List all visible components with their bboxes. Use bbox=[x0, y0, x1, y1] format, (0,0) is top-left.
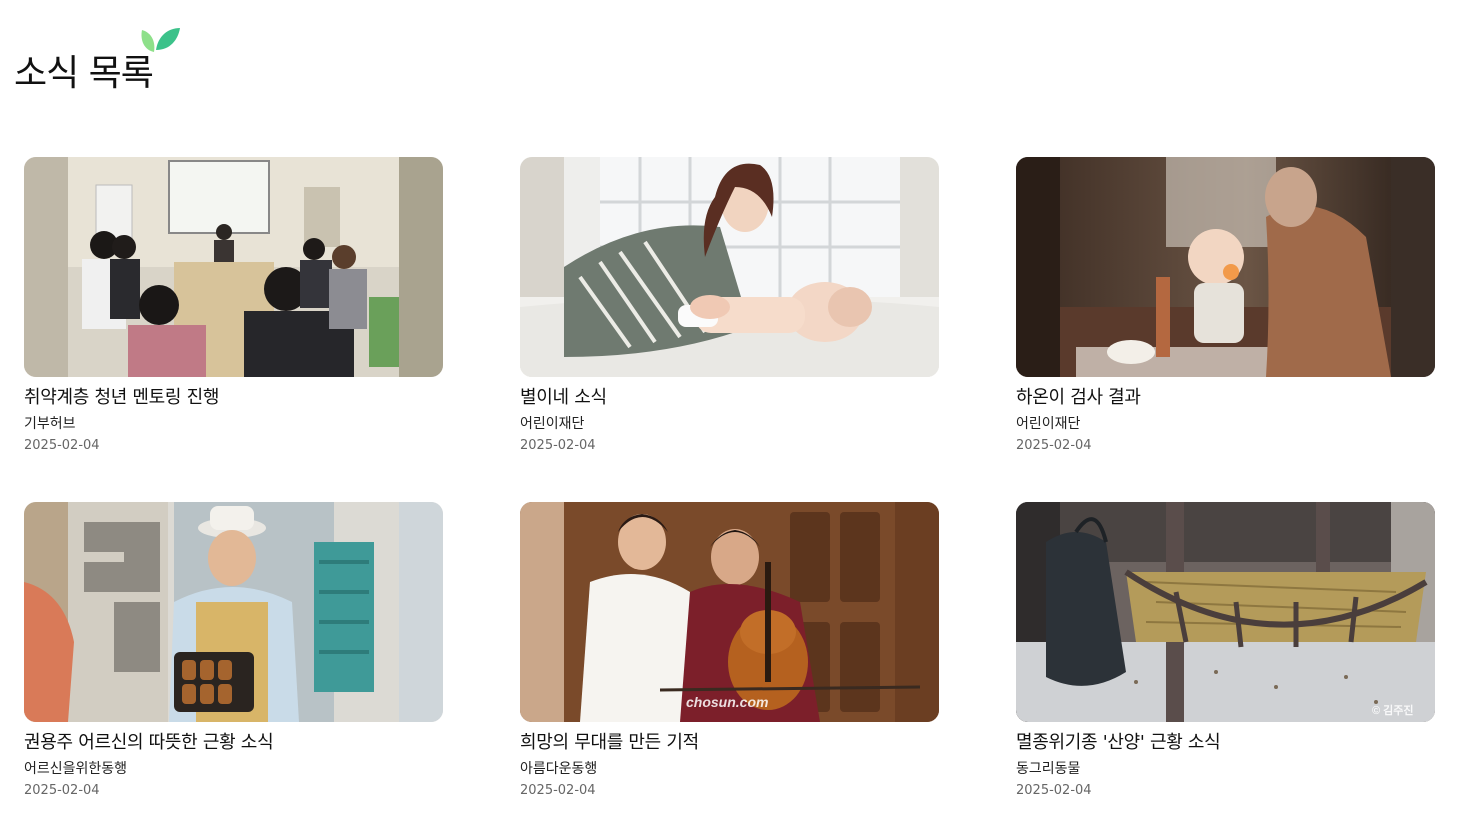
news-grid: 취약계층 청년 멘토링 진행 기부허브 2025-02-04 별이네 소식 어린… bbox=[24, 157, 1436, 800]
news-organization: 어린이재단 bbox=[520, 416, 585, 432]
news-organization: 기부허브 bbox=[24, 416, 76, 432]
news-date: 2025-02-04 bbox=[520, 783, 596, 798]
news-card[interactable]: 권용주 어르신의 따뜻한 근황 소식 어르신을위한동행 2025-02-04 bbox=[24, 502, 443, 800]
news-date: 2025-02-04 bbox=[520, 438, 596, 453]
page-title: 소식 목록 bbox=[14, 53, 154, 94]
elderly-man-baking-photo[interactable] bbox=[24, 502, 443, 722]
news-card[interactable]: 하온이 검사 결과 어린이재단 2025-02-04 bbox=[1016, 157, 1435, 455]
news-organization: 어르신을위한동행 bbox=[24, 761, 128, 777]
news-date: 2025-02-04 bbox=[24, 783, 100, 798]
leaf-icon bbox=[141, 28, 180, 52]
news-title[interactable]: 권용주 어르신의 따뜻한 근황 소식 bbox=[24, 731, 443, 755]
news-title[interactable]: 희망의 무대를 만든 기적 bbox=[520, 731, 939, 755]
news-card[interactable]: 별이네 소식 어린이재단 2025-02-04 bbox=[520, 157, 939, 455]
news-organization: 아름다운동행 bbox=[520, 761, 598, 777]
news-date: 2025-02-04 bbox=[24, 438, 100, 453]
news-title[interactable]: 멸종위기종 '산양' 근황 소식 bbox=[1016, 731, 1435, 755]
mentoring-meeting-photo[interactable] bbox=[24, 157, 443, 377]
mother-and-baby-photo[interactable] bbox=[520, 157, 939, 377]
news-date: 2025-02-04 bbox=[1016, 438, 1092, 453]
news-card[interactable]: © 김주진 멸종위기종 '산양' 근황 소식 동그리동물 2025-02-04 bbox=[1016, 502, 1435, 800]
news-organization: 동그리동물 bbox=[1016, 761, 1081, 777]
news-organization: 어린이재단 bbox=[1016, 416, 1081, 432]
hay-feeder-photo[interactable]: © 김주진 bbox=[1016, 502, 1435, 722]
news-card[interactable]: 취약계층 청년 멘토링 진행 기부허브 2025-02-04 bbox=[24, 157, 443, 455]
news-date: 2025-02-04 bbox=[1016, 783, 1092, 798]
child-eating-photo[interactable] bbox=[1016, 157, 1435, 377]
news-title[interactable]: 하온이 검사 결과 bbox=[1016, 386, 1435, 410]
image-watermark: chosun.com bbox=[686, 694, 769, 710]
image-watermark: © 김주진 bbox=[1372, 705, 1414, 717]
news-title[interactable]: 별이네 소식 bbox=[520, 386, 939, 410]
news-card[interactable]: chosun.com 희망의 무대를 만든 기적 아름다운동행 2025-02-… bbox=[520, 502, 939, 800]
news-title[interactable]: 취약계층 청년 멘토링 진행 bbox=[24, 386, 443, 410]
cello-lesson-photo[interactable]: chosun.com bbox=[520, 502, 939, 722]
